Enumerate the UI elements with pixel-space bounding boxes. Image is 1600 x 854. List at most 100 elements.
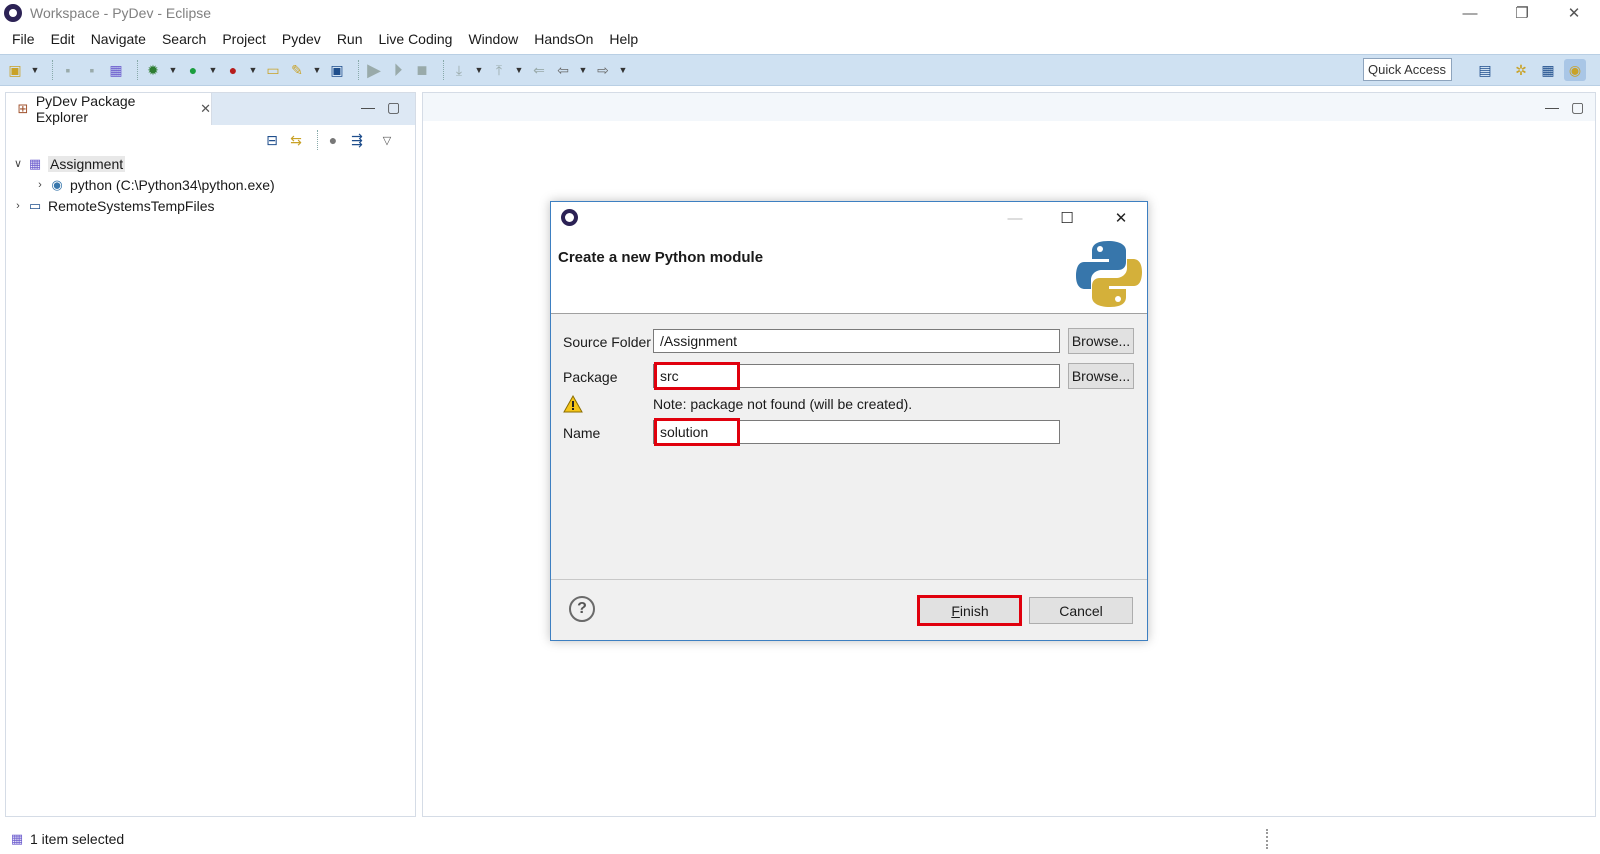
toolbar-separator [443, 60, 444, 80]
open-perspective-icon[interactable]: ▤ [1474, 59, 1496, 81]
menu-live-coding[interactable]: Live Coding [371, 31, 461, 47]
python-icon: ◉ [51, 176, 63, 192]
open-folder-icon[interactable]: ▭ [264, 61, 282, 79]
pydev-perspective-icon[interactable]: ◉ [1564, 59, 1586, 81]
last-edit-icon[interactable]: ⇐ [530, 61, 548, 79]
new-dropdown-icon[interactable]: ▼ [30, 65, 40, 75]
tree-item-label: RemoteSystemsTempFiles [48, 197, 215, 214]
menu-help[interactable]: Help [601, 31, 646, 47]
prev-annotation-dropdown-icon[interactable]: ▼ [514, 65, 524, 75]
project-status-icon: ▦ [10, 830, 24, 846]
run-icon[interactable]: ● [184, 61, 202, 79]
maximize-editor-icon[interactable]: ▢ [1571, 99, 1584, 116]
external-tools-dropdown-icon[interactable]: ▼ [248, 65, 258, 75]
eclipse-dialog-icon [561, 209, 578, 226]
name-label: Name [563, 425, 601, 441]
restore-button[interactable]: ❐ [1496, 0, 1548, 26]
run-dropdown-icon[interactable]: ▼ [208, 65, 218, 75]
maximize-view-icon[interactable]: ▢ [387, 99, 400, 116]
debug-dropdown-icon[interactable]: ▼ [168, 65, 178, 75]
filter-icon[interactable]: ● [324, 131, 342, 149]
package-note: Note: package not found (will be created… [653, 396, 913, 412]
console-icon[interactable]: ▣ [328, 61, 346, 79]
project-tree: ∨ ▦ Assignment › ◉ python (C:\Python34\p… [6, 153, 415, 216]
finish-highlight-box [917, 595, 1022, 626]
minimize-editor-icon[interactable]: — [1545, 99, 1559, 115]
toolbar-separator [317, 130, 318, 150]
tab-pydev-package-explorer[interactable]: ⊞ PyDev Package Explorer ✕ [6, 93, 212, 125]
terminate-icon[interactable]: ■ [413, 60, 431, 80]
new-icon[interactable]: ▣ [6, 61, 24, 79]
tab-label: PyDev Package Explorer [35, 93, 136, 125]
menu-project[interactable]: Project [214, 31, 274, 47]
prev-annotation-icon[interactable]: ⤒ [490, 61, 508, 79]
next-annotation-icon[interactable]: ⤓ [450, 61, 468, 79]
explorer-toolbar: ⊟ ⇆ ● ⇶ ▽ [263, 129, 402, 151]
menu-search[interactable]: Search [154, 31, 214, 47]
suspend-icon[interactable]: ⏵ [389, 60, 407, 80]
package-explorer-icon: ⊞ [17, 101, 29, 116]
new-project-icon[interactable]: ▦ [107, 61, 125, 79]
brush-icon[interactable]: ✎ [288, 61, 306, 79]
brush-dropdown-icon[interactable]: ▼ [312, 65, 322, 75]
menu-edit[interactable]: Edit [43, 31, 83, 47]
collapse-chevron-icon[interactable]: ∨ [10, 157, 26, 170]
expand-chevron-icon[interactable]: › [10, 200, 26, 212]
external-tools-icon[interactable]: ● [224, 61, 242, 79]
save-all-icon[interactable]: ▪ [83, 61, 101, 79]
save-icon[interactable]: ▪ [59, 61, 77, 79]
dialog-close-button[interactable]: ✕ [1097, 205, 1145, 231]
minimize-button[interactable]: — [1444, 0, 1496, 26]
python-logo-icon [1076, 241, 1142, 307]
tree-item-label: python (C:\Python34\python.exe) [70, 176, 275, 193]
source-folder-input[interactable]: /Assignment [653, 329, 1060, 353]
resume-icon[interactable]: ▶ [365, 60, 383, 80]
menu-file[interactable]: File [4, 31, 43, 47]
back-icon[interactable]: ⇦ [554, 61, 572, 79]
quick-access-field[interactable]: Quick Access [1363, 58, 1452, 81]
python-project-icon: ▦ [28, 155, 42, 171]
java-perspective-icon[interactable]: ▦ [1537, 59, 1559, 81]
collapse-all-icon[interactable]: ⊟ [263, 131, 281, 149]
close-button[interactable]: ✕ [1548, 0, 1600, 26]
window-titlebar: Workspace - PyDev - Eclipse — ❐ ✕ [0, 0, 1600, 26]
git-perspective-icon[interactable]: ✲ [1510, 59, 1532, 81]
menu-pydev[interactable]: Pydev [274, 31, 329, 47]
link-with-editor-icon[interactable]: ⇆ [287, 131, 305, 149]
status-separator [1266, 829, 1268, 849]
minimize-view-icon[interactable]: — [361, 99, 375, 115]
dialog-maximize-button[interactable]: ☐ [1043, 205, 1091, 231]
customize-view-icon[interactable]: ⇶ [348, 131, 366, 149]
menu-window[interactable]: Window [460, 31, 526, 47]
debug-icon[interactable]: ✹ [144, 61, 162, 79]
view-menu-icon[interactable]: ▽ [378, 131, 396, 149]
source-folder-label: Source Folder [563, 334, 651, 350]
status-bar: ▦ 1 item selected [0, 823, 1600, 854]
toolbar-separator [137, 60, 138, 80]
folder-icon: ▭ [28, 197, 42, 213]
next-annotation-dropdown-icon[interactable]: ▼ [474, 65, 484, 75]
tree-item-label: Assignment [48, 155, 126, 172]
menu-handson[interactable]: HandsOn [526, 31, 601, 47]
browse-package-button[interactable]: Browse... [1068, 363, 1134, 389]
expand-chevron-icon[interactable]: › [32, 179, 48, 191]
dialog-titlebar: — ☐ ✕ [551, 202, 1147, 233]
dialog-heading: Create a new Python module [558, 249, 764, 266]
package-explorer-view: ⊞ PyDev Package Explorer ✕ — ▢ ⊟ ⇆ ● ⇶ ▽… [5, 92, 416, 817]
tree-item-assignment[interactable]: ∨ ▦ Assignment [6, 153, 415, 174]
dialog-header: Create a new Python module [551, 233, 1147, 314]
cancel-button[interactable]: Cancel [1029, 597, 1133, 624]
forward-icon[interactable]: ⇨ [594, 61, 612, 79]
dialog-minimize-button[interactable]: — [991, 205, 1039, 231]
toolbar-separator [358, 60, 359, 80]
tree-item-python-interpreter[interactable]: › ◉ python (C:\Python34\python.exe) [6, 174, 415, 195]
menu-run[interactable]: Run [329, 31, 371, 47]
help-button[interactable]: ? [569, 596, 595, 622]
eclipse-app-icon [4, 4, 22, 22]
back-dropdown-icon[interactable]: ▼ [578, 65, 588, 75]
close-tab-icon[interactable]: ✕ [200, 101, 211, 117]
menu-navigate[interactable]: Navigate [83, 31, 154, 47]
tree-item-remote-systems[interactable]: › ▭ RemoteSystemsTempFiles [6, 195, 415, 216]
forward-dropdown-icon[interactable]: ▼ [618, 65, 628, 75]
browse-source-folder-button[interactable]: Browse... [1068, 328, 1134, 354]
